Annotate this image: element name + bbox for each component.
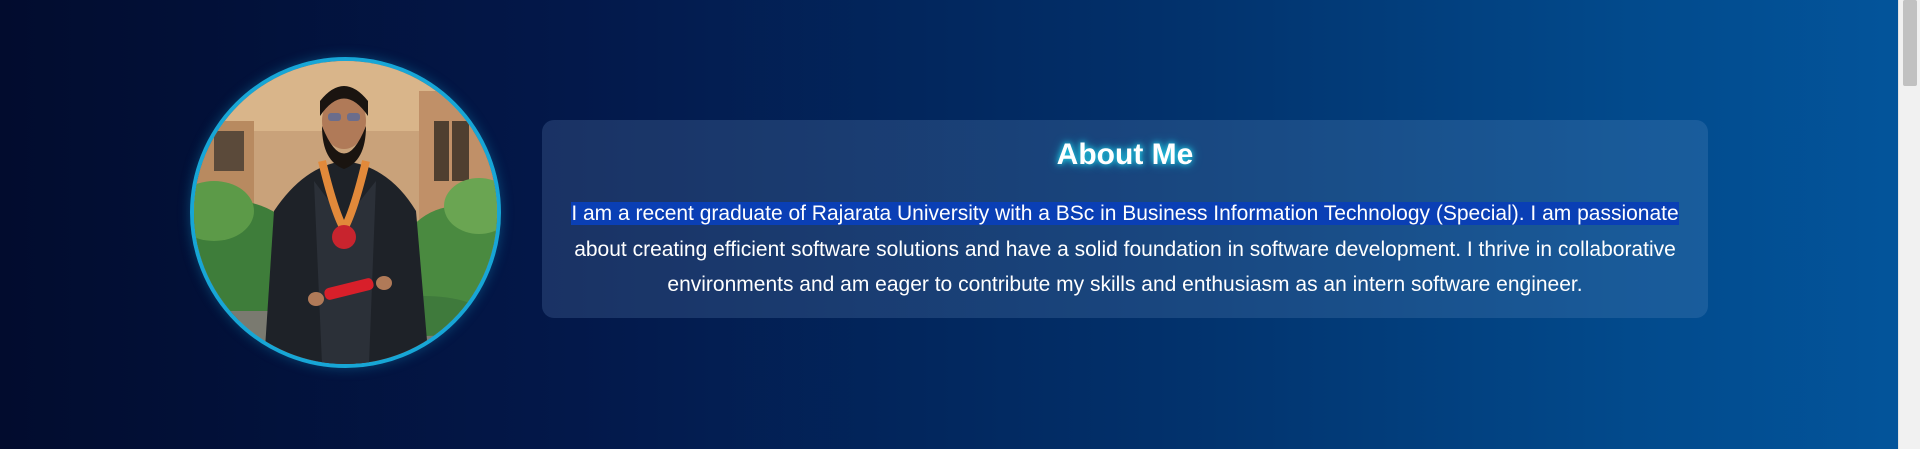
about-title: About Me	[1056, 138, 1194, 171]
graduate-portrait-image	[194, 61, 497, 364]
page-scrollbar[interactable]	[1898, 0, 1920, 449]
about-card: About Me I am a recent graduate of Rajar…	[542, 120, 1708, 318]
about-body-text: about creating efficient software soluti…	[574, 237, 1676, 297]
scrollbar-thumb[interactable]	[1903, 0, 1917, 86]
selected-text: I am a recent graduate of Rajarata Unive…	[571, 202, 1679, 225]
profile-photo	[190, 57, 501, 368]
about-section: About Me I am a recent graduate of Rajar…	[0, 0, 1898, 449]
about-paragraph: I am a recent graduate of Rajarata Unive…	[555, 196, 1695, 303]
